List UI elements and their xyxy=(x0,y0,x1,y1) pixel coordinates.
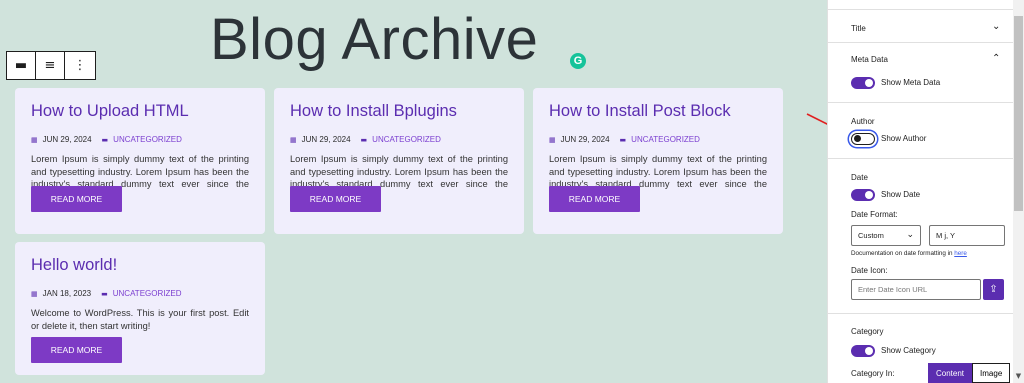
date-format-select-value: Custom xyxy=(858,231,884,240)
editor-canvas: Blog Archive G ▬ ≡ ⋮ How to Upload HTML … xyxy=(0,0,827,383)
calendar-icon: ▦ xyxy=(549,135,556,144)
date-format-select[interactable]: Custom ⌄ xyxy=(851,225,921,246)
post-meta: ▦ JUN 29, 2024 ▬ UNCATEGORIZED xyxy=(290,135,508,144)
show-category-toggle[interactable] xyxy=(851,345,875,357)
show-author-label: Show Author xyxy=(881,134,927,143)
date-format-input[interactable]: M j, Y xyxy=(929,225,1005,246)
divider xyxy=(828,158,1014,159)
post-title[interactable]: How to Install Bplugins xyxy=(290,102,508,121)
grammarly-icon[interactable]: G xyxy=(570,53,586,69)
show-category-label: Show Category xyxy=(881,346,936,355)
read-more-button[interactable]: READ MORE xyxy=(31,337,122,363)
category-in-label: Category In: xyxy=(851,369,895,378)
date-format-label: Date Format: xyxy=(851,210,898,219)
post-meta: ▦ JUN 29, 2024 ▬ UNCATEGORIZED xyxy=(549,135,767,144)
folder-icon: ▬ xyxy=(101,135,109,144)
post-title[interactable]: How to Upload HTML xyxy=(31,102,249,121)
divider xyxy=(828,313,1014,314)
folder-icon: ▬ xyxy=(360,135,368,144)
post-card: Hello world! ▦ JAN 18, 2023 ▬ UNCATEGORI… xyxy=(15,242,265,375)
scrollbar-thumb[interactable] xyxy=(1014,16,1023,211)
calendar-icon: ▦ xyxy=(31,289,38,298)
scroll-down-arrow-icon[interactable]: ▼ xyxy=(1014,372,1023,381)
show-date-toggle[interactable] xyxy=(851,189,875,201)
date-icon-label: Date Icon: xyxy=(851,266,888,275)
calendar-icon: ▦ xyxy=(31,135,38,144)
date-heading: Date xyxy=(851,173,868,182)
show-meta-toggle[interactable] xyxy=(851,77,875,89)
post-card: How to Upload HTML ▦ JUN 29, 2024 ▬ UNCA… xyxy=(15,88,265,234)
folder-icon: ▬ xyxy=(619,135,627,144)
show-author-toggle[interactable] xyxy=(851,133,875,145)
post-date: JAN 18, 2023 xyxy=(42,289,92,298)
doc-text: Documentation on date formatting in xyxy=(851,250,955,257)
category-in-content-option[interactable]: Content xyxy=(928,363,973,383)
divider xyxy=(828,42,1014,43)
post-card: How to Install Bplugins ▦ JUN 29, 2024 ▬… xyxy=(274,88,524,234)
category-in-toggle-group: Content Image xyxy=(928,363,1011,383)
date-icon-url-input[interactable]: Enter Date Icon URL xyxy=(851,279,981,300)
align-center-icon[interactable]: ▬ xyxy=(7,52,36,79)
page-title[interactable]: Blog Archive xyxy=(210,6,538,73)
doc-link[interactable]: here xyxy=(954,250,967,257)
author-heading: Author xyxy=(851,117,875,126)
post-category[interactable]: UNCATEGORIZED xyxy=(631,135,700,144)
folder-icon: ▬ xyxy=(101,289,108,298)
date-format-doc: Documentation on date formatting in here xyxy=(851,250,967,257)
post-meta: ▦ JUN 29, 2024 ▬ UNCATEGORIZED xyxy=(31,135,249,144)
post-category[interactable]: UNCATEGORIZED xyxy=(113,135,182,144)
read-more-button[interactable]: READ MORE xyxy=(549,186,640,212)
read-more-button[interactable]: READ MORE xyxy=(290,186,381,212)
post-date: JUN 29, 2024 xyxy=(560,135,610,144)
align-left-icon[interactable]: ≡ xyxy=(36,52,65,79)
category-in-image-option[interactable]: Image xyxy=(972,363,1011,383)
show-date-label: Show Date xyxy=(881,190,921,199)
post-meta: ▦ JAN 18, 2023 ▬ UNCATEGORIZED xyxy=(31,289,249,298)
meta-panel-label[interactable]: Meta Data xyxy=(851,55,888,64)
divider xyxy=(828,9,1014,10)
post-date: JUN 29, 2024 xyxy=(42,135,92,144)
post-category[interactable]: UNCATEGORIZED xyxy=(113,289,182,298)
chevron-down-icon: ⌄ xyxy=(906,229,914,239)
post-category[interactable]: UNCATEGORIZED xyxy=(372,135,441,144)
calendar-icon: ▦ xyxy=(290,135,297,144)
divider xyxy=(828,102,1014,103)
upload-icon[interactable]: ⇪ xyxy=(983,279,1004,300)
block-toolbar: ▬ ≡ ⋮ xyxy=(6,51,96,80)
post-card: How to Install Post Block ▦ JUN 29, 2024… xyxy=(533,88,783,234)
post-title[interactable]: How to Install Post Block xyxy=(549,102,767,121)
post-title[interactable]: Hello world! xyxy=(31,256,249,275)
post-date: JUN 29, 2024 xyxy=(301,135,351,144)
chevron-down-icon[interactable]: ⌄ xyxy=(992,21,1000,32)
title-panel-label[interactable]: Title xyxy=(851,24,866,33)
show-meta-label: Show Meta Data xyxy=(881,78,941,87)
more-options-icon[interactable]: ⋮ xyxy=(65,52,95,79)
category-heading: Category xyxy=(851,327,884,336)
read-more-button[interactable]: READ MORE xyxy=(31,186,122,212)
chevron-up-icon[interactable]: ⌃ xyxy=(992,53,1000,64)
settings-sidebar: Title ⌄ Meta Data ⌃ Show Meta Data Autho… xyxy=(827,0,1024,383)
sidebar-scrollbar[interactable]: ▼ xyxy=(1013,0,1024,383)
